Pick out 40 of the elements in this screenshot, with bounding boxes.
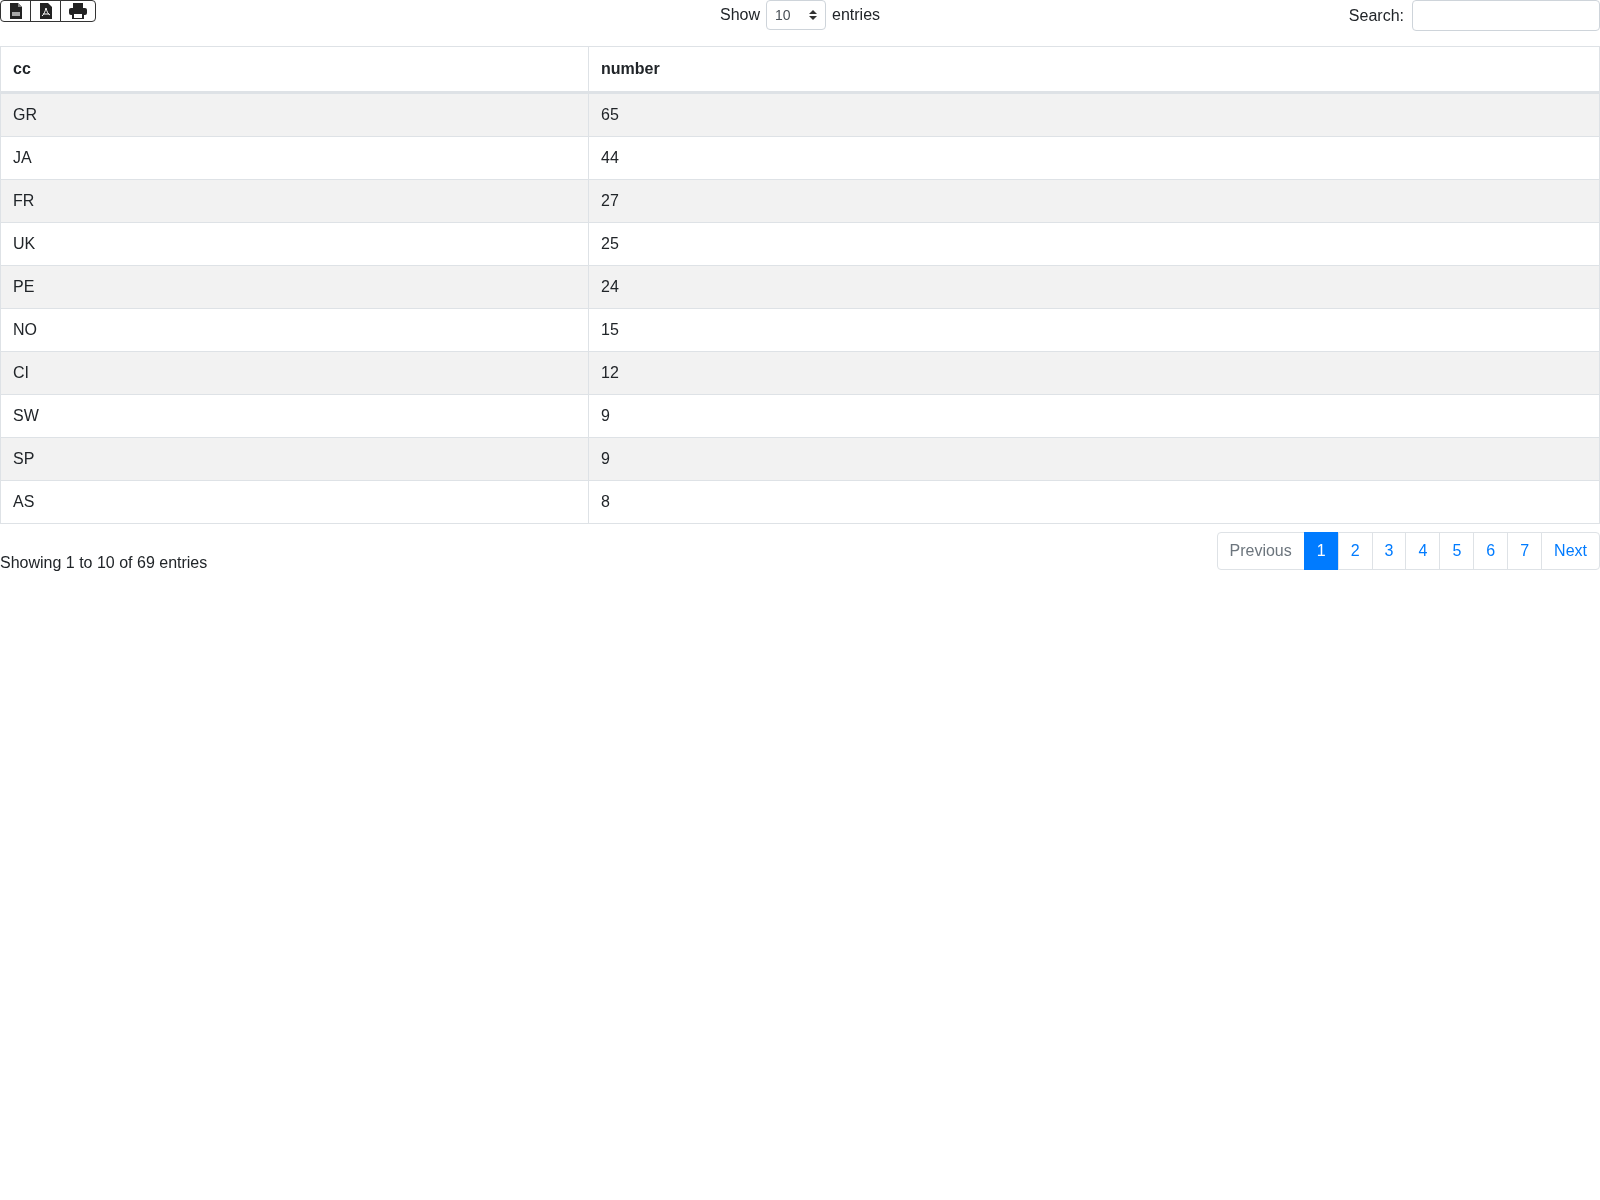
table-cell: CI xyxy=(0,351,589,395)
table-cell: 65 xyxy=(588,92,1600,137)
table-cell: UK xyxy=(0,222,589,266)
search-label: Search: xyxy=(1348,6,1404,25)
table-cell: 24 xyxy=(588,265,1600,309)
pdf-export-button[interactable] xyxy=(30,0,61,22)
table-cell: PE xyxy=(0,265,589,309)
table-cell: AS xyxy=(0,480,589,524)
page-button[interactable]: 1 xyxy=(1303,532,1339,570)
entries-info: Showing 1 to 10 of 69 entries xyxy=(0,554,208,572)
table-cell: 12 xyxy=(588,351,1600,395)
page-button[interactable]: 2 xyxy=(1337,532,1373,570)
table-cell: JA xyxy=(0,136,589,180)
show-label: Show xyxy=(719,6,760,24)
table-cell: FR xyxy=(0,179,589,223)
print-button[interactable] xyxy=(60,0,96,22)
csv-file-icon xyxy=(9,3,22,19)
table-cell: SW xyxy=(0,394,589,438)
page-button[interactable]: 6 xyxy=(1473,532,1509,570)
table-cell: 25 xyxy=(588,222,1600,266)
entries-label: entries xyxy=(832,6,881,24)
sort-caret-icon xyxy=(809,10,817,20)
table-cell: 9 xyxy=(588,394,1600,438)
page-button[interactable]: 4 xyxy=(1405,532,1441,570)
printer-icon xyxy=(69,3,87,19)
table-cell: 44 xyxy=(588,136,1600,180)
table-cell: NO xyxy=(0,308,589,352)
page-button[interactable]: 5 xyxy=(1439,532,1475,570)
table-cell: 8 xyxy=(588,480,1600,524)
table-cell: SP xyxy=(0,437,589,481)
table-cell: 27 xyxy=(588,179,1600,223)
table-cell: 15 xyxy=(588,308,1600,352)
next-button[interactable]: Next xyxy=(1541,532,1600,570)
search-field[interactable] xyxy=(1412,0,1600,31)
page-button[interactable]: 7 xyxy=(1507,532,1543,570)
entries-select[interactable]: 10 xyxy=(766,0,826,30)
csv-export-button[interactable] xyxy=(0,0,31,22)
table-cell: 9 xyxy=(588,437,1600,481)
pdf-file-icon xyxy=(39,3,52,19)
table-cell: GR xyxy=(0,92,589,137)
